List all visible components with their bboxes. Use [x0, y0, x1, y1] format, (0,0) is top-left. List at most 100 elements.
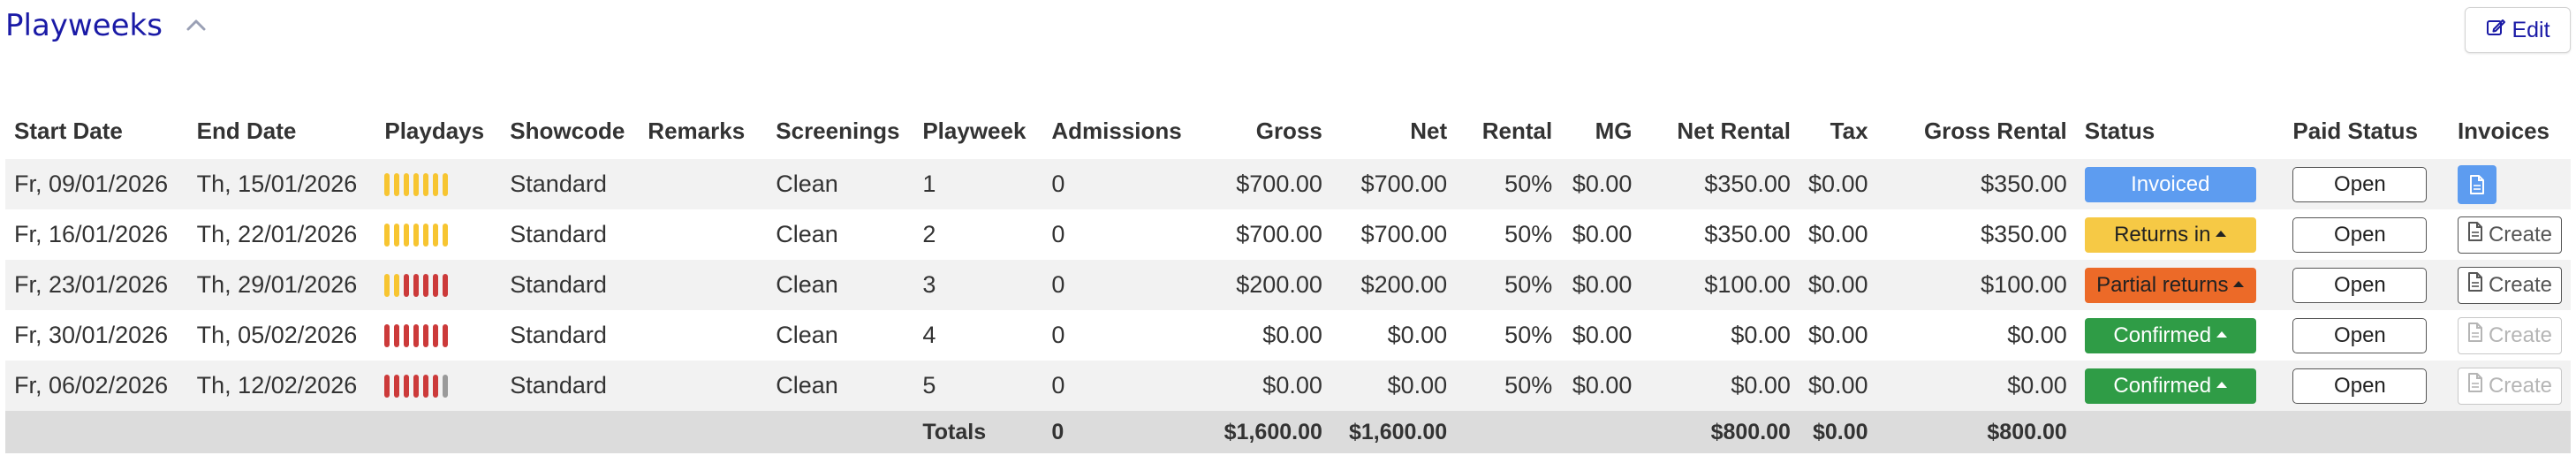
- totals-tax: $0.00: [1799, 411, 1877, 453]
- totals-gross-rental: $800.00: [1876, 411, 2076, 453]
- playweek-cell: 5: [913, 361, 1043, 411]
- end-date-cell: Th, 22/01/2026: [187, 209, 376, 260]
- playday-inactive-bar: [433, 273, 439, 297]
- mg-cell: $0.00: [1561, 310, 1641, 361]
- playday-active-bar: [384, 273, 390, 297]
- col-mg: MG: [1595, 117, 1633, 144]
- playweeks-table: Start Date End Date Playdays Showcode Re…: [5, 102, 2571, 453]
- document-icon: [2467, 272, 2483, 298]
- table-row[interactable]: Fr, 09/01/2026 Th, 15/01/2026 Standard Clea…: [5, 159, 2571, 209]
- totals-label: Totals: [913, 411, 1043, 453]
- tax-cell: $0.00: [1799, 260, 1877, 310]
- totals-net-rental: $800.00: [1640, 411, 1799, 453]
- playweek-cell: 1: [913, 159, 1043, 209]
- rental-cell: 50%: [1456, 159, 1562, 209]
- edit-button[interactable]: Edit: [2465, 7, 2571, 53]
- create-invoice-label: Create: [2488, 222, 2552, 247]
- admissions-cell: 0: [1042, 310, 1206, 361]
- playday-active-bar: [394, 172, 400, 196]
- status-dropdown[interactable]: Confirmed: [2084, 368, 2256, 404]
- page-title: Playweeks: [5, 8, 163, 43]
- mg-cell: $0.00: [1561, 209, 1641, 260]
- playday-active-bar: [394, 223, 400, 247]
- playdays-cell: [375, 260, 502, 310]
- playday-active-bar: [423, 172, 429, 196]
- table-row[interactable]: Fr, 30/01/2026 Th, 05/02/2026 Standard Clea…: [5, 310, 2571, 361]
- playday-active-bar: [384, 223, 390, 247]
- playdays-cell: [375, 310, 502, 361]
- admissions-cell: 0: [1042, 159, 1206, 209]
- playday-inactive-bar: [423, 323, 429, 347]
- tax-cell: $0.00: [1799, 310, 1877, 361]
- col-admissions: Admissions: [1051, 117, 1182, 144]
- playday-active-bar: [443, 172, 449, 196]
- create-invoice-button: Create: [2457, 316, 2562, 354]
- screenings-cell: Clean: [767, 361, 914, 411]
- paid-status-button[interactable]: Open: [2292, 368, 2428, 404]
- screenings-cell: Clean: [767, 159, 914, 209]
- playday-inactive-bar: [394, 323, 400, 347]
- paid-status-cell: Open: [2284, 260, 2449, 310]
- paid-status-cell: Open: [2284, 310, 2449, 361]
- invoices-cell: [2448, 159, 2571, 209]
- col-end-date: End Date: [196, 117, 297, 144]
- create-invoice-button[interactable]: Create: [2457, 216, 2562, 254]
- net-cell: $0.00: [1330, 310, 1457, 361]
- table-row[interactable]: Fr, 23/01/2026 Th, 29/01/2026 Standard Clea…: [5, 260, 2571, 310]
- status-cell: Returns in: [2075, 209, 2284, 260]
- col-showcode: Showcode: [510, 117, 625, 144]
- caret-up-icon: [2216, 330, 2228, 338]
- caret-up-icon: [2216, 230, 2227, 237]
- playday-inactive-bar: [423, 374, 429, 398]
- end-date-cell: Th, 29/01/2026: [187, 260, 376, 310]
- paid-status-button[interactable]: Open: [2292, 267, 2428, 303]
- start-date-cell: Fr, 30/01/2026: [5, 310, 188, 361]
- end-date-cell: Th, 12/02/2026: [187, 361, 376, 411]
- end-date-cell: Th, 05/02/2026: [187, 310, 376, 361]
- create-invoice-button[interactable]: Create: [2457, 266, 2562, 304]
- playday-active-bar: [443, 223, 449, 247]
- table-row[interactable]: Fr, 16/01/2026 Th, 22/01/2026 Standard Clea…: [5, 209, 2571, 260]
- mg-cell: $0.00: [1561, 159, 1641, 209]
- end-date-cell: Th, 15/01/2026: [187, 159, 376, 209]
- playday-inactive-bar: [433, 323, 439, 347]
- paid-status-button[interactable]: Open: [2292, 166, 2428, 202]
- col-net: Net: [1410, 117, 1448, 144]
- mg-cell: $0.00: [1561, 260, 1641, 310]
- admissions-cell: 0: [1042, 260, 1206, 310]
- status-dropdown[interactable]: Partial returns: [2084, 267, 2256, 303]
- totals-gross: $1,600.00: [1205, 411, 1331, 453]
- col-status: Status: [2084, 117, 2156, 144]
- playday-inactive-bar: [413, 273, 420, 297]
- pdf-invoice-icon[interactable]: [2457, 164, 2496, 204]
- status-cell: Partial returns: [2075, 260, 2284, 310]
- create-invoice-button: Create: [2457, 367, 2562, 405]
- start-date-cell: Fr, 09/01/2026: [5, 159, 188, 209]
- remarks-cell: [639, 159, 768, 209]
- gross-rental-cell: $0.00: [1876, 361, 2076, 411]
- playday-inactive-bar: [413, 374, 420, 398]
- playday-inactive-bar: [404, 323, 410, 347]
- playday-active-bar: [404, 223, 410, 247]
- totals-admissions: 0: [1042, 411, 1206, 453]
- col-remarks: Remarks: [648, 117, 746, 144]
- status-dropdown[interactable]: Confirmed: [2084, 317, 2256, 353]
- status-dropdown[interactable]: Returns in: [2084, 216, 2256, 253]
- document-icon: [2467, 323, 2483, 348]
- playweek-cell: 2: [913, 209, 1043, 260]
- playday-active-bar: [433, 172, 439, 196]
- paid-status-button[interactable]: Open: [2292, 317, 2428, 353]
- invoices-cell: Create: [2448, 260, 2571, 310]
- showcode-cell: Standard: [501, 310, 640, 361]
- totals-net: $1,600.00: [1330, 411, 1457, 453]
- col-start-date: Start Date: [14, 117, 123, 144]
- table-row[interactable]: Fr, 06/02/2026 Th, 12/02/2026 Standard Clea…: [5, 361, 2571, 411]
- status-dropdown[interactable]: Invoiced: [2084, 166, 2256, 202]
- remarks-cell: [639, 209, 768, 260]
- chevron-up-icon[interactable]: [184, 13, 208, 38]
- rental-cell: 50%: [1456, 260, 1562, 310]
- edit-icon: [2485, 17, 2506, 44]
- tax-cell: $0.00: [1799, 361, 1877, 411]
- paid-status-button[interactable]: Open: [2292, 216, 2428, 253]
- create-invoice-label: Create: [2488, 373, 2552, 398]
